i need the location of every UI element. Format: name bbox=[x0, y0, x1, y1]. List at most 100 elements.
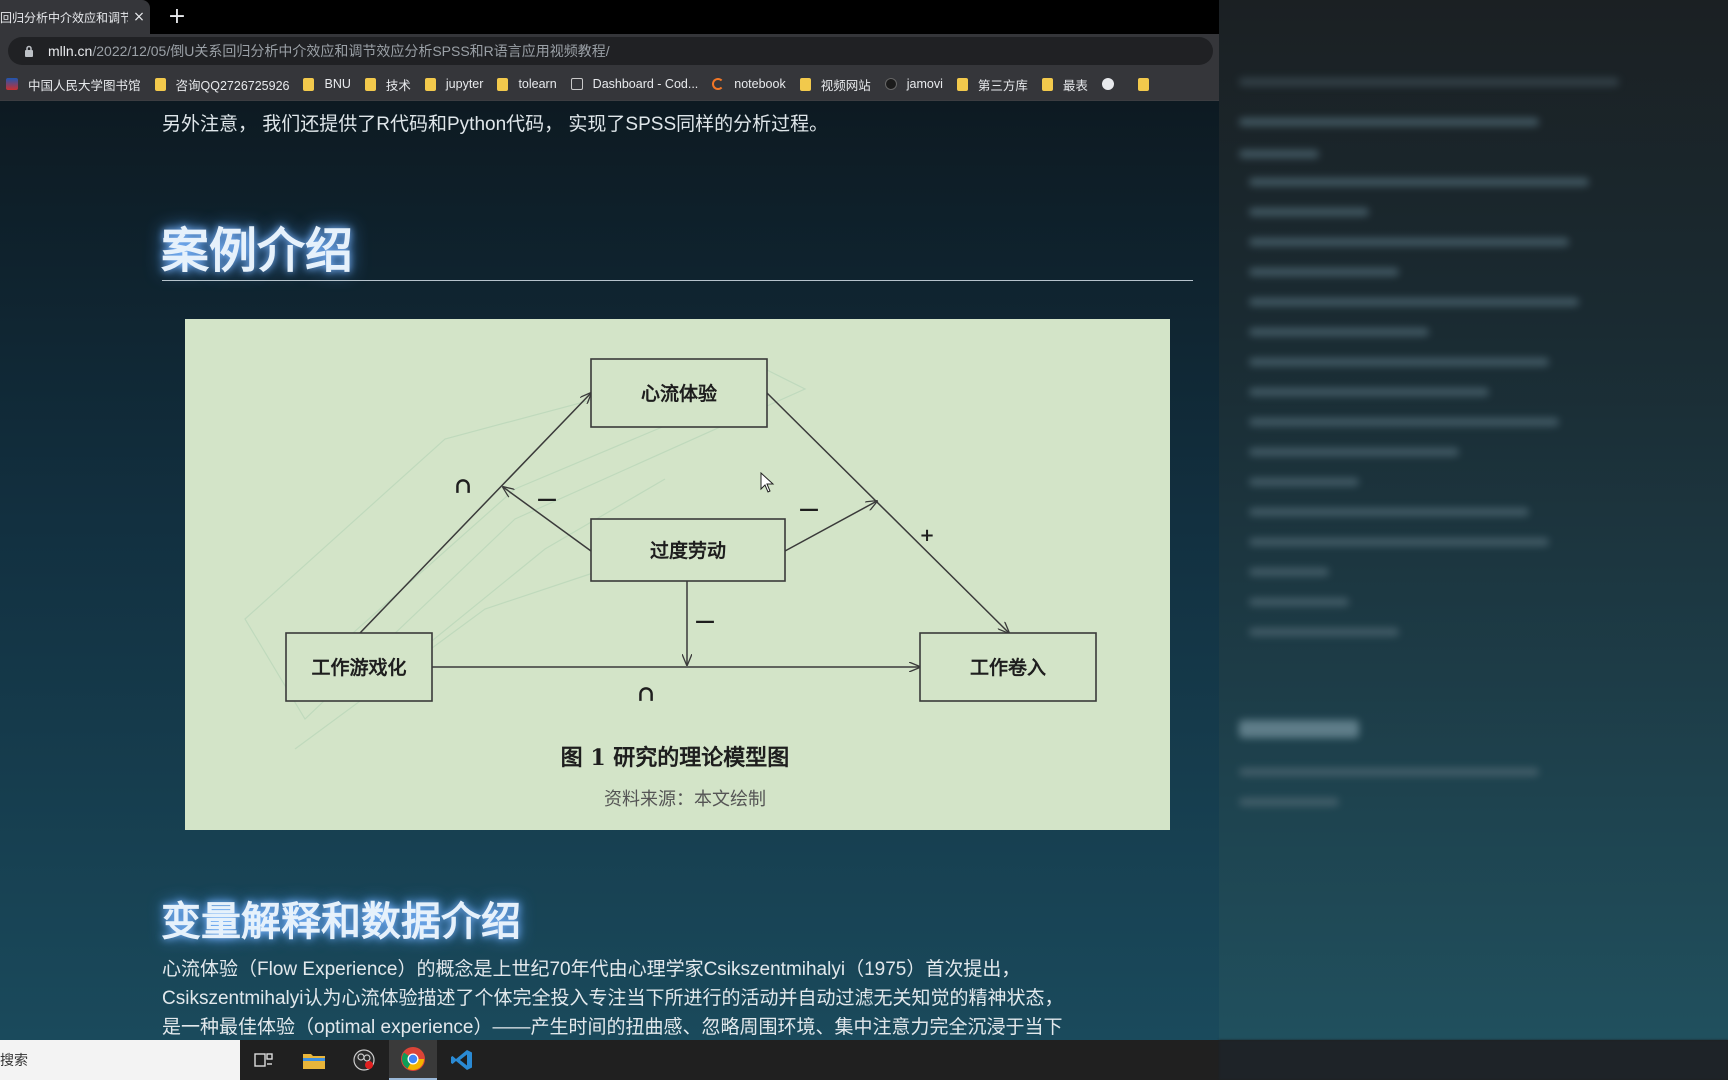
bookmark-item[interactable]: 最表 bbox=[1036, 71, 1096, 97]
blurred-text bbox=[1249, 178, 1589, 186]
folder-icon bbox=[956, 77, 968, 91]
folder-icon bbox=[799, 77, 811, 91]
blurred-text bbox=[1239, 798, 1339, 806]
blurred-text bbox=[1249, 628, 1399, 636]
node-flow: 心流体验 bbox=[641, 382, 718, 405]
bookmark-label: 咨询QQ2726725926 bbox=[175, 78, 290, 93]
folder-icon bbox=[1041, 77, 1053, 91]
bookmark-item[interactable] bbox=[1096, 71, 1132, 97]
bookmark-item[interactable]: 视频网站 bbox=[794, 71, 879, 97]
folder-icon bbox=[1137, 77, 1149, 91]
sign-flow-engagement: + bbox=[919, 525, 934, 546]
body-paragraph: 心流体验（Flow Experience）的概念是上世纪70年代由心理学家Csi… bbox=[162, 955, 1162, 1040]
sign-overwork-right: — bbox=[799, 496, 819, 520]
lock-icon[interactable] bbox=[24, 45, 42, 57]
new-tab-button[interactable]: + bbox=[164, 4, 190, 30]
bookmark-item[interactable]: 中国人民大学图书馆 bbox=[0, 71, 149, 97]
chrome-icon[interactable] bbox=[389, 1040, 437, 1080]
bookmark-label: 第三方库 bbox=[977, 78, 1028, 93]
blurred-heading bbox=[1239, 720, 1359, 738]
tab-active[interactable]: 回归分析中介效应和调节 × bbox=[0, 0, 150, 34]
node-gamification: 工作游戏化 bbox=[311, 656, 406, 679]
square-icon bbox=[570, 78, 583, 90]
url-path: /2022/12/05/倒U关系回归分析中介效应和调节效应分析SPSS和R语言应… bbox=[92, 43, 610, 59]
bookmark-item[interactable]: jamovi bbox=[879, 71, 951, 97]
search-placeholder: 搜索 bbox=[0, 1053, 28, 1069]
bookmark-item[interactable]: 第三方库 bbox=[951, 71, 1036, 97]
edge-gam-flow bbox=[359, 393, 591, 634]
close-icon[interactable]: × bbox=[128, 9, 150, 25]
sign-overwork-down: — bbox=[695, 608, 715, 632]
folder-icon bbox=[497, 77, 509, 91]
tab-title: 回归分析中介效应和调节 bbox=[0, 10, 128, 25]
blurred-text bbox=[1249, 568, 1329, 576]
paragraph-line: 是一种最佳体验（optimal experience）——产生时间的扭曲感、忽略… bbox=[162, 1017, 1063, 1038]
tab-bar: 回归分析中介效应和调节 × + bbox=[0, 0, 1219, 34]
lead-paragraph: 另外注意， 我们还提供了R代码和Python代码， 实现了SPSS同样的分析过程… bbox=[162, 114, 829, 135]
figure-caption: 图 1 研究的理论模型图 bbox=[561, 745, 790, 771]
folder-icon bbox=[424, 77, 436, 91]
bookmark-label: 视频网站 bbox=[820, 78, 871, 93]
bookmarks-bar: 中国人民大学图书馆 咨询QQ2726725926 BNU 技术 jupyter … bbox=[0, 68, 1219, 101]
system-tray bbox=[1219, 1040, 1728, 1080]
globe-icon bbox=[1101, 78, 1114, 90]
bookmark-label: 技术 bbox=[385, 78, 411, 93]
node-overwork: 过度劳动 bbox=[650, 539, 726, 562]
blurred-text bbox=[1249, 598, 1349, 606]
blurred-text bbox=[1239, 768, 1539, 776]
section-heading-variables: 变量解释和数据介绍 bbox=[161, 900, 521, 944]
sign-gam-flow: ∩ bbox=[454, 473, 472, 499]
bookmark-item[interactable] bbox=[1132, 71, 1167, 97]
bookmark-label: tolearn bbox=[518, 77, 557, 91]
blurred-text bbox=[1249, 298, 1579, 306]
folder-icon bbox=[364, 77, 376, 91]
blurred-side-window bbox=[1219, 0, 1728, 1040]
paragraph-line: Csikszentmihalyi认为心流体验描述了个体完全投入专注当下所进行的活… bbox=[162, 988, 1064, 1009]
figure-source: 资料来源：本文绘制 bbox=[604, 789, 766, 810]
blurred-text bbox=[1249, 508, 1529, 516]
bookmark-label: jupyter bbox=[445, 77, 484, 91]
bookmark-item[interactable]: Dashboard - Cod... bbox=[565, 71, 707, 97]
node-engagement: 工作卷入 bbox=[970, 656, 1046, 679]
file-explorer-icon[interactable] bbox=[290, 1040, 338, 1080]
bookmark-label: 最表 bbox=[1062, 78, 1088, 93]
bookmark-item[interactable]: BNU bbox=[297, 71, 358, 97]
blurred-text bbox=[1249, 448, 1459, 456]
taskbar-search[interactable]: 搜索 bbox=[0, 1040, 240, 1080]
vscode-icon[interactable] bbox=[438, 1040, 486, 1080]
bookmark-item[interactable]: notebook bbox=[706, 71, 793, 97]
address-bar[interactable]: mlln.cn/2022/12/05/倒U关系回归分析中介效应和调节效应分析SP… bbox=[8, 37, 1213, 65]
bookmark-item[interactable]: jupyter bbox=[419, 71, 492, 97]
section-heading-case: 案例介绍 bbox=[161, 225, 354, 278]
blurred-text bbox=[1249, 328, 1429, 336]
blurred-text bbox=[1249, 238, 1569, 246]
blurred-text bbox=[1249, 478, 1359, 486]
folder-icon bbox=[154, 77, 166, 91]
folder-icon bbox=[303, 77, 315, 91]
bookmark-item[interactable]: 技术 bbox=[359, 71, 419, 97]
sign-overwork-left: — bbox=[537, 486, 557, 510]
bookmark-label: 中国人民大学图书馆 bbox=[28, 78, 141, 93]
blurred-bar bbox=[1239, 78, 1619, 86]
bookmark-label: BNU bbox=[324, 77, 351, 91]
blurred-text bbox=[1249, 418, 1559, 426]
bookmark-item[interactable]: tolearn bbox=[491, 71, 564, 97]
bookmark-label: jamovi bbox=[906, 77, 943, 91]
blurred-text bbox=[1249, 208, 1369, 216]
blurred-text bbox=[1239, 150, 1319, 158]
blurred-text bbox=[1249, 538, 1549, 546]
model-figure: 心流体验 过度劳动 工作游戏化 工作卷入 ∩ — — + — ∩ 图 1 研究的… bbox=[185, 319, 1170, 830]
obs-icon[interactable] bbox=[340, 1040, 388, 1080]
bookmark-item[interactable]: 咨询QQ2726725926 bbox=[149, 71, 298, 97]
taskbar: 搜索 bbox=[0, 1040, 1728, 1080]
sign-gam-engagement: ∩ bbox=[637, 681, 655, 707]
url-text: mlln.cn/2022/12/05/倒U关系回归分析中介效应和调节效应分析SP… bbox=[48, 41, 610, 61]
bookmark-label: notebook bbox=[734, 77, 786, 91]
blurred-text bbox=[1249, 388, 1489, 396]
url-domain: mlln.cn bbox=[48, 43, 93, 59]
bookmark-label: Dashboard - Cod... bbox=[592, 77, 699, 91]
jupyter-icon bbox=[712, 78, 725, 90]
task-view-icon[interactable] bbox=[240, 1040, 288, 1080]
browser-toolbar: mlln.cn/2022/12/05/倒U关系回归分析中介效应和调节效应分析SP… bbox=[0, 34, 1219, 68]
model-diagram: 心流体验 过度劳动 工作游戏化 工作卷入 ∩ — — + — ∩ 图 1 研究的… bbox=[244, 358, 1097, 810]
